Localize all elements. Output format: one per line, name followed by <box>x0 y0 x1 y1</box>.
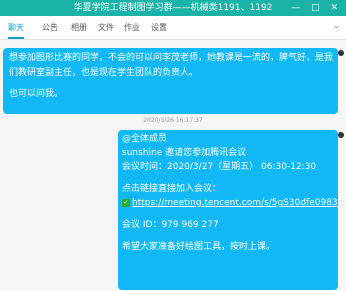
window-titlebar: 华夏学院工程制图学习群——机械类1191、1192 — □ ✕ <box>0 0 346 16</box>
mention-all: @全体成员 <box>122 134 168 144</box>
sender-avatar[interactable] <box>338 132 344 138</box>
meeting-link-row: ✓ https://meeting.tencent.com/s/5gS30dfe0… <box>122 196 338 210</box>
message-line: 也可以问我。 <box>9 89 64 99</box>
group-tab-bar: 聊天 公告 相册 文件 作业 设置 ⌄ <box>0 16 346 40</box>
chat-message-bubble: 想参加图形比赛的同学，不会的可以问李茂老师，她教课是一流的，脾气好，是我 们教研… <box>3 48 338 114</box>
meeting-id-text: 会议 ID：979 969 277 <box>122 220 219 230</box>
tab-chat[interactable]: 聊天 <box>8 22 24 39</box>
window-controls[interactable]: — □ ✕ <box>291 0 342 16</box>
tab-settings[interactable]: 设置 <box>151 22 167 33</box>
message-timestamp: 2020/3/26 16:17:37 <box>143 117 203 124</box>
meeting-invite-text: sunshine 邀请您参加腾讯会议 <box>122 148 247 158</box>
sender-avatar[interactable] <box>338 50 344 56</box>
tab-homework[interactable]: 作业 <box>124 22 140 33</box>
message-line: 想参加图形比赛的同学，不会的可以问李茂老师，她教课是一流的，脾气好，是我 <box>9 53 334 63</box>
join-hint-text: 点击链接直接加入会议： <box>122 184 222 194</box>
chat-message-bubble: @全体成员 sunshine 邀请您参加腾讯会议 会议时间：2020/3/27（… <box>118 130 338 290</box>
chevron-down-icon[interactable]: ⌄ <box>332 21 340 31</box>
tab-files[interactable]: 文件 <box>98 22 114 33</box>
tab-announcements[interactable]: 公告 <box>42 22 58 33</box>
tab-album[interactable]: 相册 <box>71 22 87 33</box>
message-note: 希望大家准备好绘图工具，按时上课。 <box>122 242 276 252</box>
checkmark-icon: ✓ <box>122 198 130 207</box>
meeting-link[interactable]: https://meeting.tencent.com/s/5gS30dfe09… <box>132 198 338 208</box>
message-line: 们教研室副主任，也是现在学生团队的负责人。 <box>9 68 199 78</box>
meeting-time-text: 会议时间：2020/3/27（星期五） 06:30-12:30 <box>122 162 317 172</box>
